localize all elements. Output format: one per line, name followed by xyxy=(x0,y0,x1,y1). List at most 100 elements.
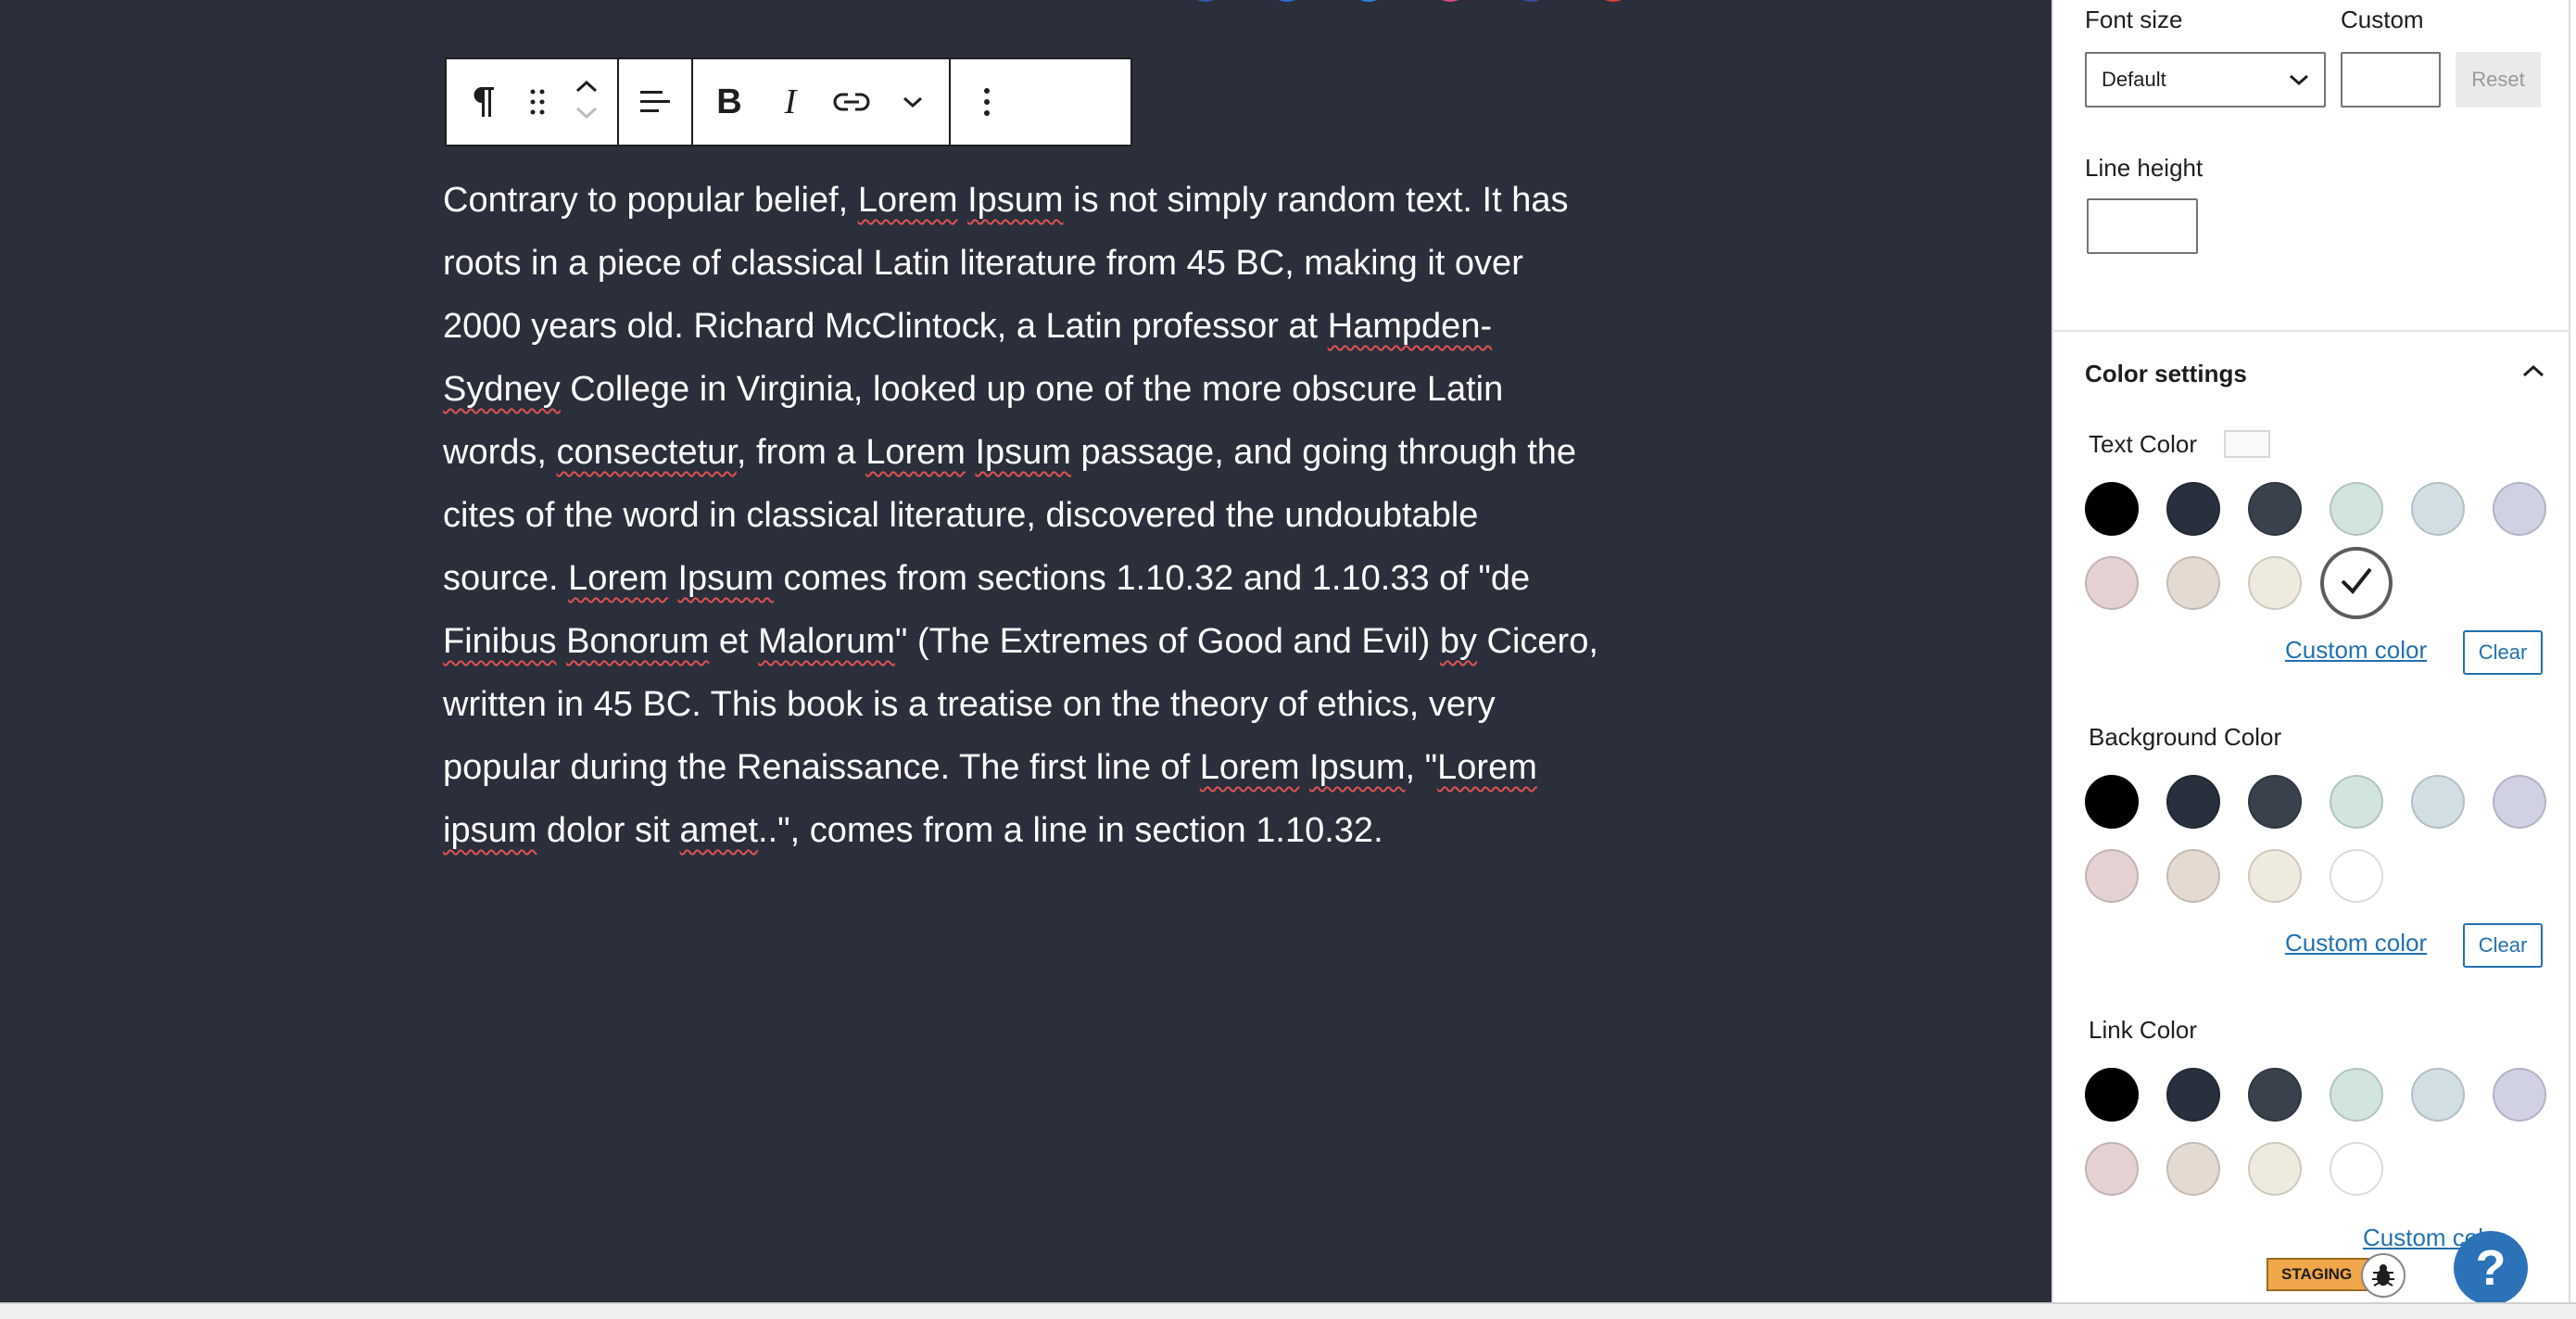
text-color-swatch[interactable] xyxy=(2248,556,2302,610)
background-color-swatch[interactable] xyxy=(2085,849,2139,903)
bug-icon[interactable] xyxy=(2361,1253,2406,1298)
link-color-swatch[interactable] xyxy=(2085,1142,2139,1196)
text-color-swatch[interactable] xyxy=(2493,482,2546,536)
block-switcher-group xyxy=(447,59,619,145)
avatar[interactable] xyxy=(1349,0,1388,2)
paragraph-block[interactable]: Contrary to popular belief, Lorem Ipsum … xyxy=(443,169,1601,862)
sidebar-scrollbar[interactable] xyxy=(2569,0,2576,1302)
avatar[interactable] xyxy=(1186,0,1225,2)
italic-icon[interactable]: I xyxy=(760,59,821,145)
avatar[interactable] xyxy=(1594,0,1633,2)
link-color-label: Link Color xyxy=(2089,1016,2198,1044)
misspelled-word: Finibus xyxy=(443,622,557,661)
text-color-swatch[interactable] xyxy=(2320,547,2393,619)
background-color-swatch[interactable] xyxy=(2411,775,2465,829)
text-run: " (The Extremes of Good and Evil) xyxy=(894,622,1440,661)
misspelled-word: Ipsum xyxy=(975,433,1071,472)
misspelled-word: Lorem xyxy=(568,559,668,598)
text-color-swatch[interactable] xyxy=(2085,482,2139,536)
link-color-swatch[interactable] xyxy=(2085,1068,2139,1122)
link-color-swatch[interactable] xyxy=(2166,1068,2220,1122)
avatar[interactable] xyxy=(1431,0,1470,2)
link-color-swatch[interactable] xyxy=(2166,1142,2220,1196)
help-button[interactable]: ? xyxy=(2454,1231,2528,1305)
block-mover xyxy=(562,59,612,145)
font-size-select[interactable]: Default xyxy=(2085,52,2326,108)
misspelled-word: amet xyxy=(679,811,759,850)
link-color-swatch[interactable] xyxy=(2493,1068,2546,1122)
background-color-swatch[interactable] xyxy=(2330,775,2383,829)
text-color-swatch[interactable] xyxy=(2248,482,2302,536)
custom-font-size-input[interactable] xyxy=(2341,52,2441,108)
format-group: B I xyxy=(693,59,951,145)
misspelled-word: Bonorum xyxy=(566,622,710,661)
background-color-swatch[interactable] xyxy=(2166,849,2220,903)
text-run: comes from sections 1.10.32 and 1.10.33 … xyxy=(773,559,1531,598)
misspelled-word: Ipsum xyxy=(967,181,1064,220)
color-settings-title[interactable]: Color settings xyxy=(2085,360,2247,388)
background-color-swatch[interactable] xyxy=(2248,775,2302,829)
move-down-icon[interactable] xyxy=(575,106,599,125)
text-run xyxy=(958,181,968,220)
line-height-input[interactable] xyxy=(2087,198,2198,254)
background-color-swatch[interactable] xyxy=(2085,775,2139,829)
avatar[interactable] xyxy=(1512,0,1551,2)
paragraph-icon[interactable] xyxy=(452,59,513,145)
misspelled-word: Lorem xyxy=(857,181,958,220)
misspelled-word: Lorem xyxy=(1437,748,1537,787)
align-group xyxy=(619,59,693,145)
move-up-icon[interactable] xyxy=(575,79,599,98)
link-color-swatch[interactable] xyxy=(2330,1068,2383,1122)
misspelled-word: ipsum xyxy=(443,811,537,850)
text-run: , from a xyxy=(736,433,866,472)
link-icon[interactable] xyxy=(821,59,882,145)
bold-icon[interactable]: B xyxy=(699,59,760,145)
staging-badge: STAGING xyxy=(2267,1258,2370,1291)
settings-sidebar: Font size Custom Default Reset Line heig… xyxy=(2052,0,2576,1302)
background-color-swatch[interactable] xyxy=(2248,849,2302,903)
block-toolbar: B I xyxy=(445,57,1132,146)
text-color-swatch[interactable] xyxy=(2085,556,2139,610)
link-color-swatch[interactable] xyxy=(2248,1068,2302,1122)
text-run xyxy=(557,622,567,661)
font-size-value: Default xyxy=(2102,68,2166,91)
avatar[interactable] xyxy=(1268,0,1307,2)
misspelled-word: Ipsum xyxy=(677,559,774,598)
text-clear-button[interactable]: Clear xyxy=(2463,630,2543,675)
misspelled-word: Malorum xyxy=(758,622,895,661)
text-color-label: Text Color xyxy=(2089,430,2198,458)
drag-handle-icon[interactable] xyxy=(513,59,562,145)
chevron-up-icon[interactable] xyxy=(2520,361,2546,385)
misspelled-word: Lorem xyxy=(865,433,966,472)
background-custom-color-link[interactable]: Custom color xyxy=(2285,929,2427,958)
text-run xyxy=(668,559,678,598)
text-custom-color-link[interactable]: Custom color xyxy=(2285,636,2427,665)
text-color-swatch[interactable] xyxy=(2166,556,2220,610)
misspelled-word: consectetur xyxy=(556,433,737,472)
background-color-label: Background Color xyxy=(2089,723,2282,751)
line-height-label: Line height xyxy=(2085,154,2203,182)
text-color-swatch[interactable] xyxy=(2411,482,2465,536)
more-formats-chevron-icon[interactable] xyxy=(882,59,943,145)
text-color-preview xyxy=(2224,430,2270,458)
link-color-swatch[interactable] xyxy=(2411,1068,2465,1122)
bottom-status-bar xyxy=(0,1302,2576,1319)
background-color-swatch[interactable] xyxy=(2493,775,2546,829)
background-color-swatch[interactable] xyxy=(2330,849,2383,903)
link-color-swatch[interactable] xyxy=(2248,1142,2302,1196)
text-run: Contrary to popular belief, xyxy=(443,181,858,220)
chevron-down-icon xyxy=(2289,68,2309,92)
custom-size-label: Custom xyxy=(2341,6,2424,33)
text-run: ..", comes from a line in section 1.10.3… xyxy=(758,811,1383,850)
text-color-swatch[interactable] xyxy=(2330,482,2383,536)
text-run: dolor sit xyxy=(537,811,680,850)
more-options-icon[interactable] xyxy=(956,59,1017,145)
link-color-swatch[interactable] xyxy=(2330,1142,2383,1196)
align-left-icon[interactable] xyxy=(625,59,686,145)
background-color-swatch[interactable] xyxy=(2166,775,2220,829)
reset-button[interactable]: Reset xyxy=(2456,52,2541,108)
text-color-swatch[interactable] xyxy=(2166,482,2220,536)
text-run xyxy=(966,433,976,472)
background-clear-button[interactable]: Clear xyxy=(2463,923,2543,968)
text-run: , " xyxy=(1405,748,1438,787)
